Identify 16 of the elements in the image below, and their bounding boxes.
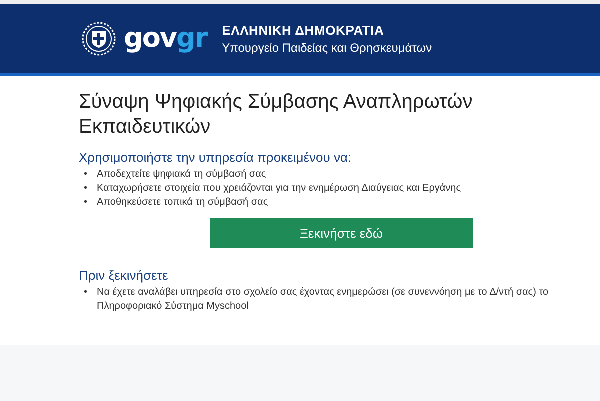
section-heading: Πριν ξεκινήσετε (79, 268, 170, 283)
list-item: Καταχωρήσετε στοιχεία που χρειάζονται για την ενημέρωση Διαύγειας και Εργάνης (97, 182, 462, 196)
header-title: ΕΛΛΗΝΙΚΗ ΔΗΜΟΚΡΑΤΙΑ (222, 22, 386, 38)
list-item: Να έχετε αναλάβει υπηρεσία στο σχολείο σας έχοντας ενημερώσει (σε συνεννόηση με το Δ/ντή σας) το Πληροφοριακό Σύστημα Myschool (97, 286, 550, 314)
bullet: • (84, 286, 89, 300)
bullet: • (84, 168, 89, 182)
list-item: Αποδεχτείτε ψηφιακά τη σύμβασή σας (97, 168, 268, 182)
page-title: Σύναψη Ψηφιακής Σύμβασης Αναπληρωτών Εκπαιδευτικών (79, 90, 474, 140)
list-item: Αποθηκεύσετε τοπικά τη σύμβασή σας (97, 196, 270, 210)
section-heading: Χρησιμοποιήστε την υπηρεσία προκειμένου να: (79, 150, 353, 165)
start-button[interactable]: Ξεκινήστε εδώ (210, 218, 473, 248)
emblem-icon (82, 22, 116, 56)
bullet: • (84, 182, 89, 196)
logo-text: govgr (124, 25, 208, 52)
ministry-name: Υπουργείο Παιδείας και Θρησκευμάτων (222, 40, 432, 54)
bullet: • (84, 196, 89, 210)
